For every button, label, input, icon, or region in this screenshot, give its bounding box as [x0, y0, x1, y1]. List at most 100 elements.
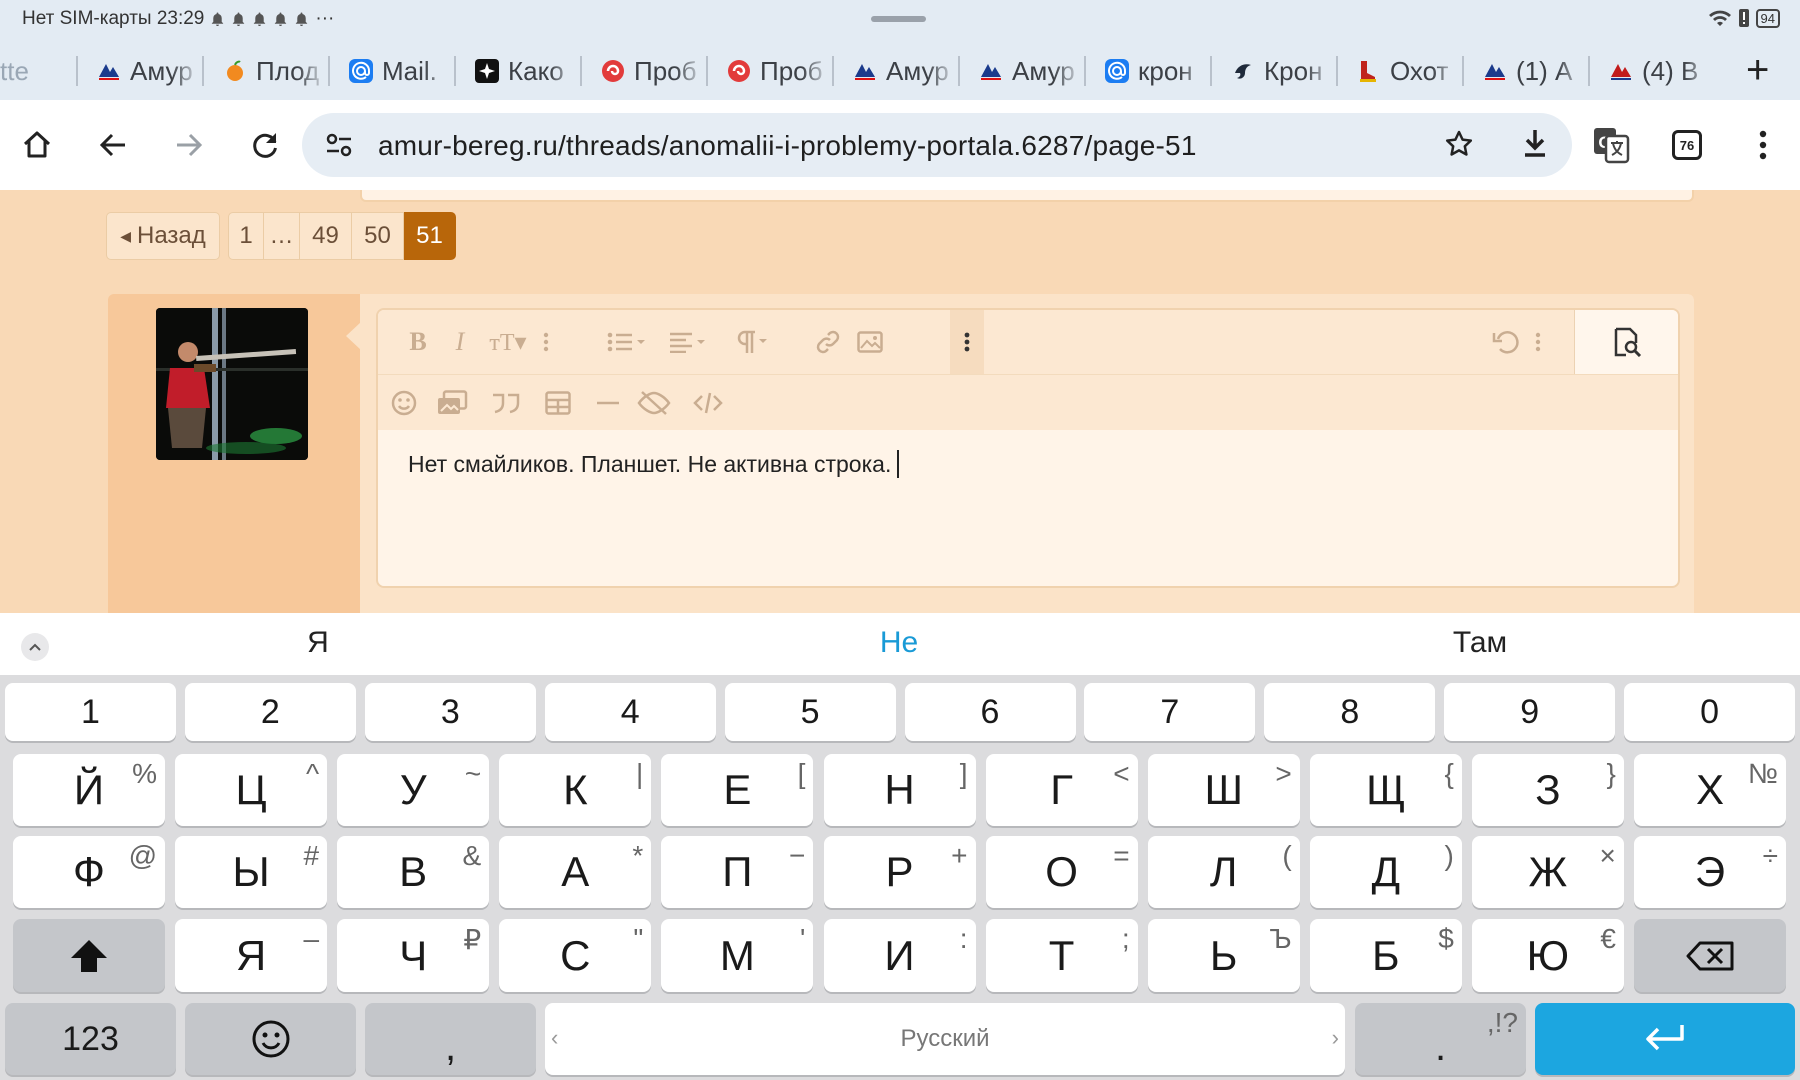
key-letter[interactable]: И: — [823, 919, 976, 992]
key-number[interactable]: 4 — [544, 683, 716, 741]
key-letter[interactable]: Ы # — [175, 836, 328, 908]
list-icon[interactable] — [604, 324, 650, 360]
period-key[interactable]: .,!? — [1355, 1003, 1526, 1075]
key-letter[interactable]: Ф @ — [13, 836, 165, 908]
key-letter[interactable]: Т; — [985, 919, 1138, 992]
emoji-key[interactable] — [185, 1003, 356, 1075]
italic-icon[interactable]: I — [442, 324, 478, 360]
shift-key[interactable] — [13, 919, 165, 992]
new-tab-plus-icon[interactable]: + — [1746, 50, 1769, 90]
translate-icon[interactable]: G — [1588, 122, 1634, 168]
key-number[interactable]: 8 — [1264, 683, 1436, 741]
key-letter[interactable]: Р + — [823, 836, 976, 908]
page-ellipsis[interactable]: … — [264, 212, 300, 260]
text-size-icon[interactable]: тТ▾ — [486, 324, 530, 360]
key-letter[interactable]: Б $ — [1309, 919, 1462, 992]
key-letter[interactable]: С " — [499, 919, 652, 992]
key-number[interactable]: 3 — [364, 683, 536, 741]
tab-11[interactable]: Охот — [1356, 48, 1460, 94]
key-letter[interactable]: Н] — [823, 754, 976, 826]
key-letter[interactable]: Ю € — [1471, 919, 1624, 992]
link-icon[interactable] — [810, 324, 846, 360]
enter-key[interactable] — [1535, 1003, 1795, 1075]
tab-7[interactable]: Амур — [852, 48, 956, 94]
spoiler-hidden-icon[interactable] — [634, 385, 674, 421]
more-inline-icon[interactable] — [536, 324, 556, 360]
key-letter[interactable]: Э ÷ — [1634, 836, 1786, 908]
key-number[interactable]: 7 — [1084, 683, 1256, 741]
page-link[interactable]: 1 — [228, 212, 264, 260]
key-number[interactable]: 0 — [1624, 683, 1796, 741]
more-options-icon[interactable] — [957, 324, 977, 360]
download-icon[interactable] — [1520, 127, 1550, 159]
tab-9[interactable]: крон — [1104, 48, 1208, 94]
align-icon[interactable] — [666, 324, 712, 360]
key-letter[interactable]: Ч ₽ — [337, 919, 490, 992]
tab-8[interactable]: Амур — [978, 48, 1082, 94]
media-gallery-icon[interactable] — [434, 385, 470, 421]
key-letter[interactable]: Д) — [1309, 836, 1462, 908]
reload-icon[interactable] — [242, 122, 288, 168]
preview-button[interactable] — [1575, 310, 1678, 374]
key-number[interactable]: 6 — [904, 683, 1076, 741]
drag-handle[interactable] — [871, 16, 926, 22]
avatar[interactable] — [156, 308, 308, 460]
key-letter[interactable]: У ~ — [337, 754, 490, 826]
key-number[interactable]: 2 — [184, 683, 356, 741]
tab-5[interactable]: Проб — [600, 48, 704, 94]
tab-10[interactable]: Крон — [1230, 48, 1334, 94]
tab-2[interactable]: Плод — [222, 48, 326, 94]
key-letter[interactable]: Х № — [1634, 754, 1786, 826]
page-link-current[interactable]: 51 — [404, 212, 456, 260]
smiley-icon[interactable] — [386, 385, 422, 421]
table-icon[interactable] — [540, 385, 576, 421]
key-letter[interactable]: Г < — [985, 754, 1138, 826]
key-letter[interactable]: Ж × — [1471, 836, 1624, 908]
suggestion[interactable]: Там — [1453, 626, 1507, 660]
suggestion-highlighted[interactable]: Не — [880, 626, 918, 660]
key-letter[interactable]: ЬЪ — [1147, 919, 1300, 992]
key-letter[interactable]: Л( — [1147, 836, 1300, 908]
tab-3[interactable]: Mail. — [348, 48, 452, 94]
image-icon[interactable] — [852, 324, 888, 360]
tab-switcher-button[interactable]: 76 — [1664, 122, 1710, 168]
address-bar[interactable]: amur-bereg.ru/threads/anomalii-i-problem… — [302, 113, 1572, 177]
horizontal-rule-icon[interactable] — [590, 385, 626, 421]
key-letter[interactable]: Ш > — [1147, 754, 1300, 826]
key-number[interactable]: 5 — [724, 683, 896, 741]
key-letter[interactable]: Ц ^ — [175, 754, 328, 826]
bookmark-star-icon[interactable] — [1444, 129, 1474, 159]
code-icon[interactable] — [690, 385, 726, 421]
space-key[interactable]: Русский ‹ › — [545, 1003, 1345, 1075]
key-number[interactable]: 1 — [5, 683, 176, 741]
forward-arrow-icon[interactable] — [166, 122, 212, 168]
numbers-mode-key[interactable]: 123 — [5, 1003, 176, 1075]
tab-13[interactable]: (4) В — [1608, 48, 1712, 94]
comma-key[interactable]: , — [365, 1003, 536, 1075]
key-number[interactable]: 9 — [1444, 683, 1616, 741]
key-letter[interactable]: Щ{ — [1309, 754, 1462, 826]
tab-1[interactable]: Амур — [96, 48, 200, 94]
tab-6[interactable]: Проб — [726, 48, 830, 94]
pagination-back-button[interactable]: ◀ Назад — [106, 212, 220, 260]
key-letter[interactable]: К | — [499, 754, 652, 826]
paragraph-icon[interactable] — [728, 324, 774, 360]
key-letter[interactable]: Й% — [13, 754, 165, 826]
site-settings-icon[interactable] — [326, 133, 352, 157]
home-icon[interactable] — [14, 122, 60, 168]
key-letter[interactable]: Я – — [175, 919, 328, 992]
key-letter[interactable]: В & — [337, 836, 490, 908]
suggestion[interactable]: Я — [307, 626, 329, 660]
key-letter[interactable]: О = — [985, 836, 1138, 908]
tab-4[interactable]: Како — [474, 48, 578, 94]
page-link[interactable]: 50 — [352, 212, 404, 260]
chevron-up-icon[interactable] — [21, 633, 49, 661]
key-letter[interactable]: А * — [499, 836, 652, 908]
tab-0[interactable]: tte — [0, 48, 52, 94]
menu-kebab-icon[interactable] — [1740, 122, 1786, 168]
key-letter[interactable]: П − — [661, 836, 814, 908]
key-letter[interactable]: Е[ — [661, 754, 814, 826]
key-letter[interactable]: З} — [1471, 754, 1624, 826]
back-arrow-icon[interactable] — [90, 122, 136, 168]
message-editor[interactable]: B I тТ▾ Нет смайликов. Планшет. Не актив… — [376, 308, 1680, 588]
